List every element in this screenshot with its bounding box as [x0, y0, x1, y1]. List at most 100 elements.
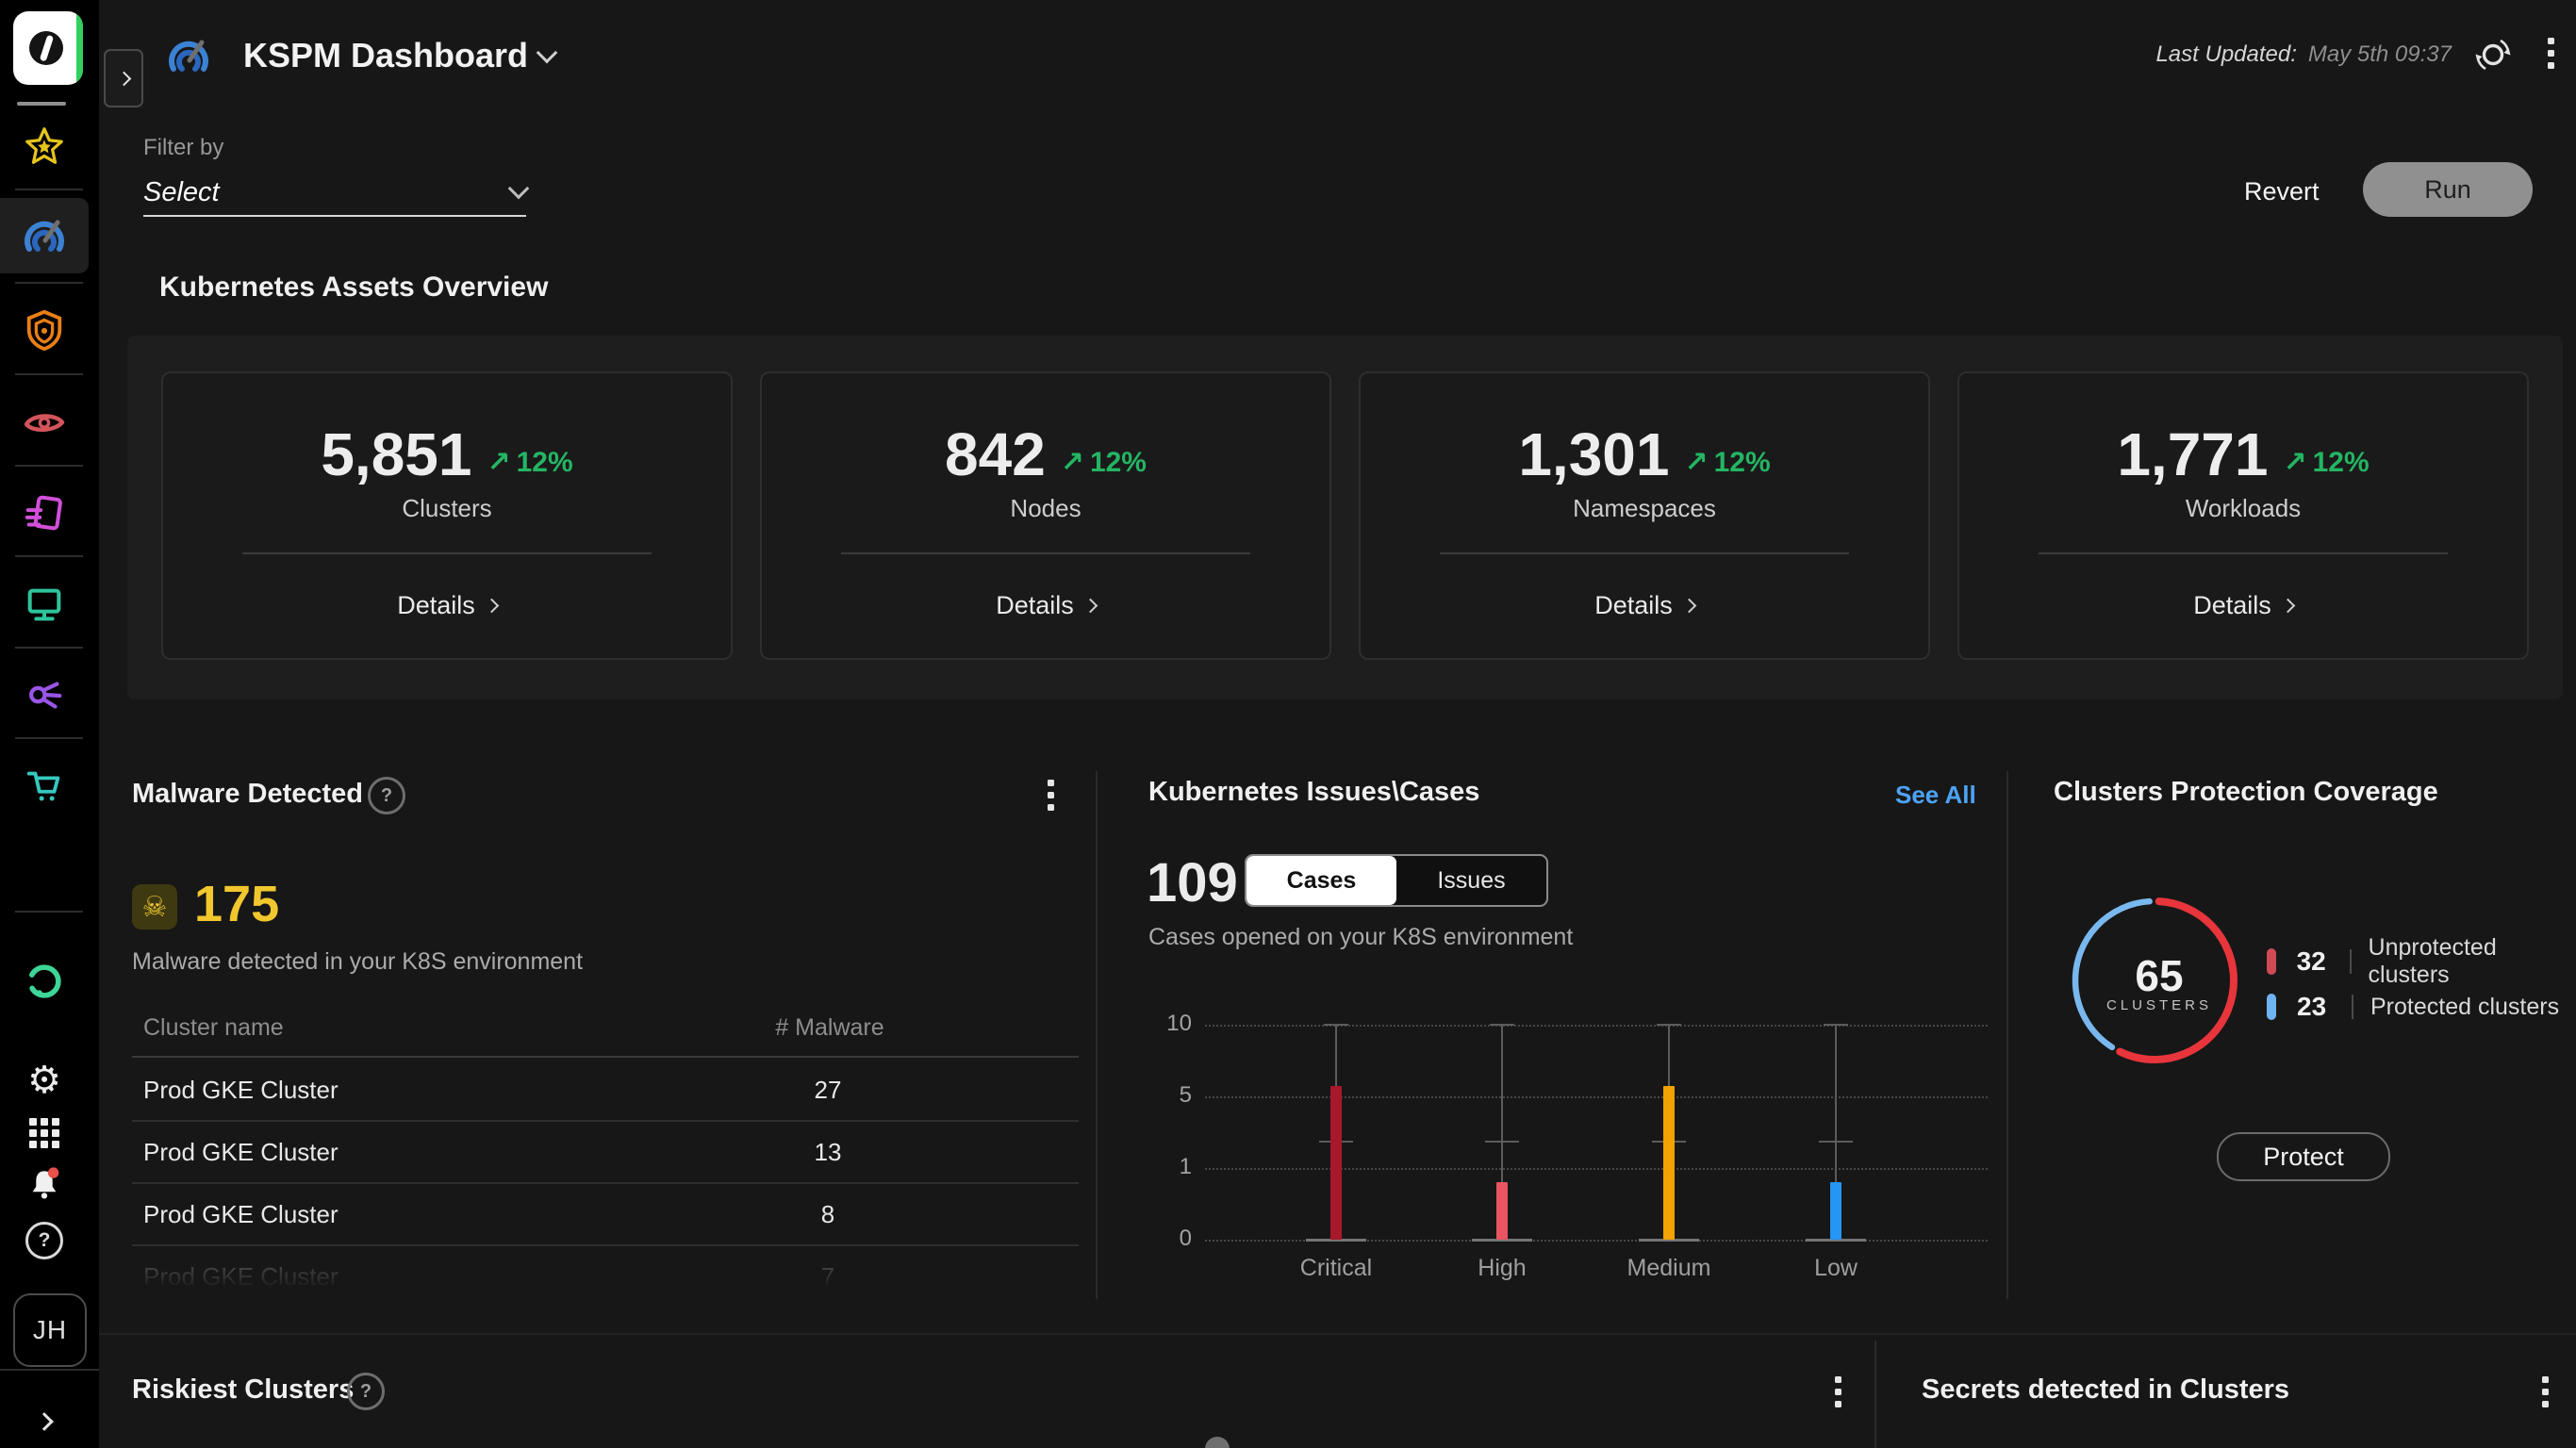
table-row[interactable]: Prod GKE Cluster 13 [132, 1122, 1079, 1184]
total-clusters-label: CLUSTERS [2105, 997, 2213, 1013]
tab-cases[interactable]: Cases [1247, 856, 1396, 905]
details-link[interactable]: Details [1959, 588, 2527, 622]
shield-icon[interactable] [0, 307, 89, 353]
tab-issues[interactable]: Issues [1396, 856, 1546, 905]
kspm-dashboard-icon[interactable] [0, 213, 89, 258]
y-axis-tick-label: 0 [1179, 1226, 1192, 1251]
chevron-right-icon [2280, 598, 2296, 613]
details-link[interactable]: Details [762, 588, 1329, 622]
details-link[interactable]: Details [163, 588, 731, 622]
trend-up-icon: ↗ [1060, 447, 1084, 478]
help-icon[interactable]: ? [347, 1373, 385, 1410]
select-underline [143, 215, 526, 217]
whisker-top-cap [1824, 1024, 1848, 1026]
trend-up-icon: ↗ [2283, 447, 2307, 478]
revert-button[interactable]: Revert [2244, 177, 2320, 206]
malware-kebab-menu-icon[interactable] [1048, 780, 1054, 811]
details-link[interactable]: Details [1361, 588, 1928, 622]
refresh-sync-icon[interactable] [2472, 34, 2514, 75]
scroll-indicator-dot[interactable] [1205, 1437, 1230, 1448]
table-row[interactable]: Prod GKE Cluster 8 [132, 1184, 1079, 1246]
asset-card-workloads: 1,771 ↗ 12% Workloads Details [1957, 371, 2529, 660]
favorites-star-icon[interactable] [0, 123, 89, 169]
severity-bar-low [1830, 1182, 1841, 1240]
protected-label: Protected clusters [2370, 993, 2560, 1020]
table-row[interactable]: Prod GKE Cluster 27 [132, 1060, 1079, 1122]
header-kebab-menu-icon[interactable] [2548, 38, 2554, 69]
malware-count-cell: 27 [814, 1075, 842, 1104]
x-axis-category-label: High [1478, 1255, 1527, 1281]
eye-icon[interactable] [0, 400, 89, 445]
protect-button[interactable]: Protect [2217, 1132, 2390, 1181]
panel-expand-button[interactable] [104, 49, 143, 107]
filter-select[interactable]: Select [143, 173, 530, 211]
total-clusters-value: 65 [2135, 951, 2184, 1000]
legend-unprotected: 32 Unprotected clusters [2267, 934, 2576, 988]
chevron-right-icon [1082, 598, 1098, 613]
section-divider [99, 1333, 2576, 1335]
filter-by-label: Filter by [143, 135, 224, 160]
sidebar-expand-icon[interactable] [0, 1403, 89, 1440]
last-updated-value: May 5th 09:37 [2307, 41, 2452, 67]
asset-card-clusters: 5,851 ↗ 12% Clusters Details [161, 371, 733, 660]
asset-trend: 12% [1089, 446, 1147, 478]
document-icon[interactable] [0, 491, 89, 536]
protected-color-pill [2267, 994, 2276, 1020]
help-icon[interactable]: ? [0, 1222, 89, 1259]
x-axis-category-label: Medium [1627, 1255, 1711, 1281]
chevron-right-icon [484, 598, 500, 613]
sidebar: ⚙ ? JH [0, 0, 99, 1448]
table-fade-overlay [132, 1252, 1079, 1290]
run-button[interactable]: Run [2363, 162, 2533, 217]
secrets-kebab-menu-icon[interactable] [2542, 1376, 2549, 1407]
network-icon[interactable] [0, 673, 89, 718]
skull-icon: ☠ [132, 884, 177, 930]
asset-trend: 12% [516, 446, 573, 478]
asset-card-nodes: 842 ↗ 12% Nodes Details [760, 371, 1331, 660]
unprotected-value: 32 [2296, 946, 2326, 976]
panel-divider [1874, 1341, 1876, 1448]
avatar[interactable]: JH [13, 1293, 87, 1367]
last-updated: Last Updated: May 5th 09:37 [2122, 34, 2452, 75]
cart-icon[interactable] [0, 764, 89, 809]
uptycs-logo[interactable] [13, 11, 83, 85]
trend-up-icon: ↗ [487, 447, 511, 478]
see-all-link[interactable]: See All [1895, 781, 1976, 810]
monitor-icon[interactable] [0, 582, 89, 627]
asset-label: Namespaces [1573, 494, 1716, 522]
secrets-panel-title: Secrets detected in Clusters [1922, 1374, 2290, 1405]
asset-value: 842 [945, 420, 1046, 488]
settings-gear-icon[interactable]: ⚙ [0, 1059, 89, 1102]
severity-bar-critical [1330, 1086, 1342, 1240]
kspm-dashboard-app: ⚙ ? JH KSPM Dashboard Last Updated: May … [0, 0, 2576, 1448]
malware-subtitle: Malware detected in your K8S environment [132, 948, 584, 975]
panel-divider [1096, 771, 1098, 1299]
x-axis-category-label: Critical [1299, 1255, 1373, 1281]
assets-overview-title: Kubernetes Assets Overview [159, 272, 549, 303]
card-divider [1440, 552, 1849, 554]
table-header-divider [132, 1056, 1079, 1058]
legend-divider [2349, 949, 2352, 974]
asset-trend: 12% [1713, 446, 1771, 478]
title-dropdown-chevron-icon[interactable] [536, 41, 558, 64]
cases-issues-toggle: Cases Issues [1245, 854, 1548, 907]
riskiest-kebab-menu-icon[interactable] [1835, 1376, 1841, 1407]
card-divider [841, 552, 1250, 554]
riskiest-clusters-title: Riskiest Clusters [132, 1374, 355, 1405]
asset-value: 1,301 [1518, 420, 1670, 488]
asset-label: Clusters [402, 494, 492, 522]
malware-count: 175 [194, 876, 280, 932]
protected-value: 23 [2297, 992, 2327, 1021]
apps-grid-icon[interactable] [0, 1117, 89, 1149]
logo-accent-stripe [76, 11, 83, 85]
asset-card-namespaces: 1,301 ↗ 12% Namespaces Details [1359, 371, 1930, 660]
cluster-name: Prod GKE Cluster [143, 1199, 339, 1228]
ring-icon[interactable] [0, 961, 89, 1002]
x-axis-category-label: Low [1814, 1255, 1858, 1281]
whisker-mid-tick [1485, 1141, 1519, 1143]
severity-bar-chart: 10 5 1 0 Critical High Medium Low [1141, 1011, 2008, 1298]
help-icon[interactable]: ? [368, 777, 405, 814]
cluster-name: Prod GKE Cluster [143, 1137, 339, 1166]
notifications-bell-icon[interactable] [0, 1162, 89, 1206]
severity-bar-medium [1663, 1086, 1675, 1240]
